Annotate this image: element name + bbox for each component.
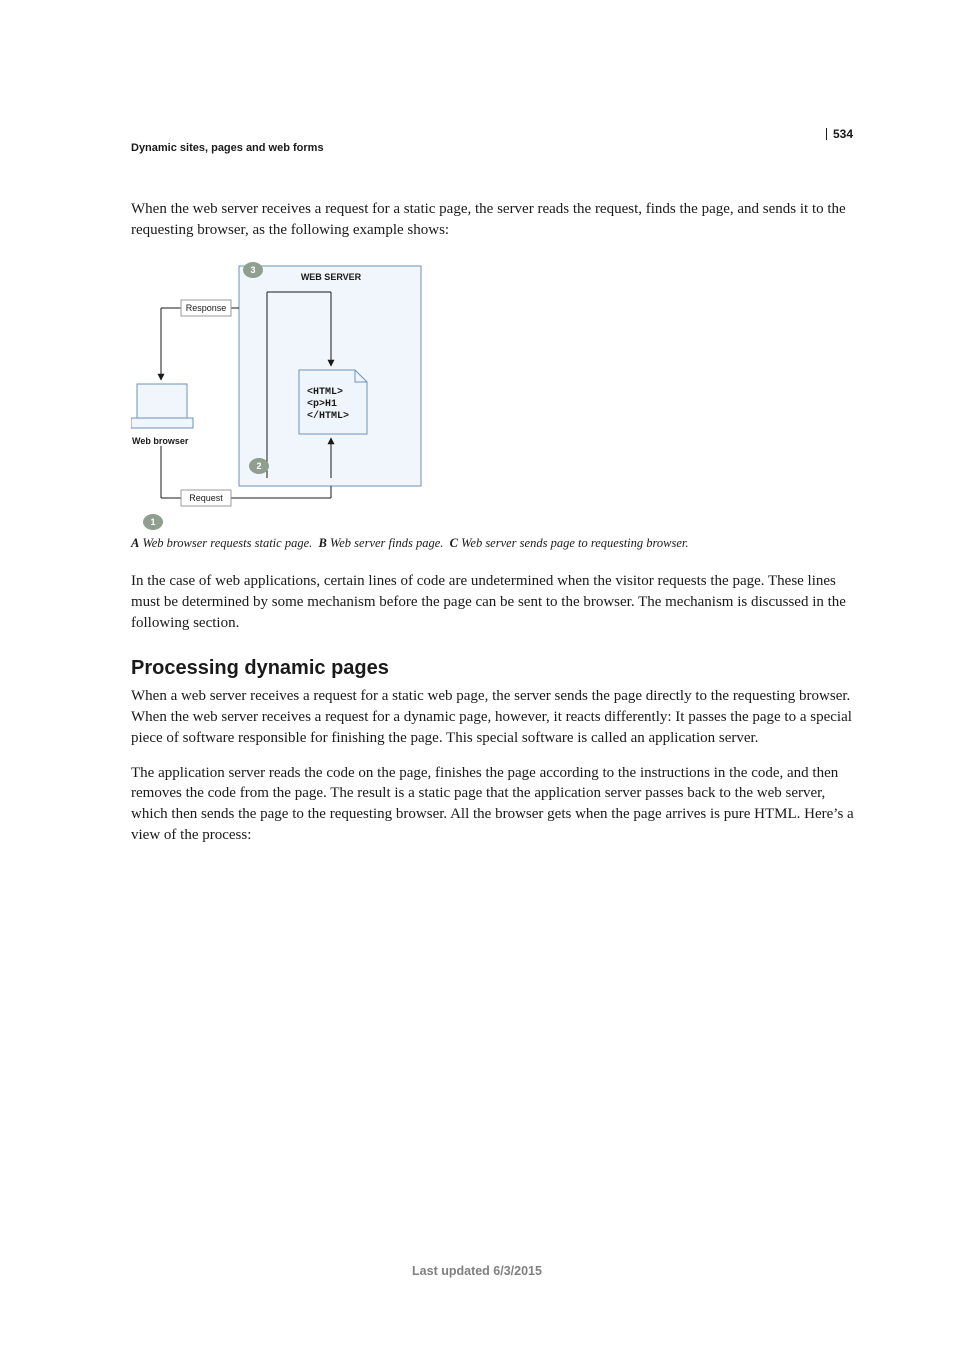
svg-text:Request: Request — [189, 493, 223, 503]
paragraph: When a web server receives a request for… — [131, 686, 857, 748]
footer-last-updated: Last updated 6/3/2015 — [0, 1264, 954, 1278]
svg-text:Response: Response — [186, 303, 227, 313]
svg-text:<HTML>: <HTML> — [307, 387, 343, 398]
content-column: When the web server receives a request f… — [131, 199, 857, 859]
paragraph: The application server reads the code on… — [131, 763, 857, 846]
paragraph: When the web server receives a request f… — [131, 199, 857, 240]
section-heading: Processing dynamic pages — [131, 657, 857, 680]
figure-caption: A Web browser requests static page. B We… — [131, 536, 857, 551]
response-path: Response — [161, 300, 239, 380]
svg-text:1: 1 — [150, 517, 155, 527]
web-browser-label: Web browser — [132, 436, 189, 446]
svg-text:</HTML>: </HTML> — [307, 410, 349, 422]
web-server-label: WEB SERVER — [301, 272, 362, 282]
svg-text:2: 2 — [256, 461, 261, 471]
html-file-icon: <HTML> <p>H1 </HTML> — [299, 370, 367, 434]
running-head: Dynamic sites, pages and web forms — [131, 142, 324, 154]
svg-text:3: 3 — [250, 265, 255, 275]
page: 534 Dynamic sites, pages and web forms W… — [0, 0, 954, 1350]
svg-text:<p>H1: <p>H1 — [307, 399, 337, 410]
page-number: 534 — [826, 128, 869, 140]
figure-static-page: WEB SERVER <HTML> <p>H1 </HTML> 2 — [131, 254, 857, 534]
web-browser-icon — [131, 384, 193, 428]
paragraph: In the case of web applications, certain… — [131, 571, 857, 633]
